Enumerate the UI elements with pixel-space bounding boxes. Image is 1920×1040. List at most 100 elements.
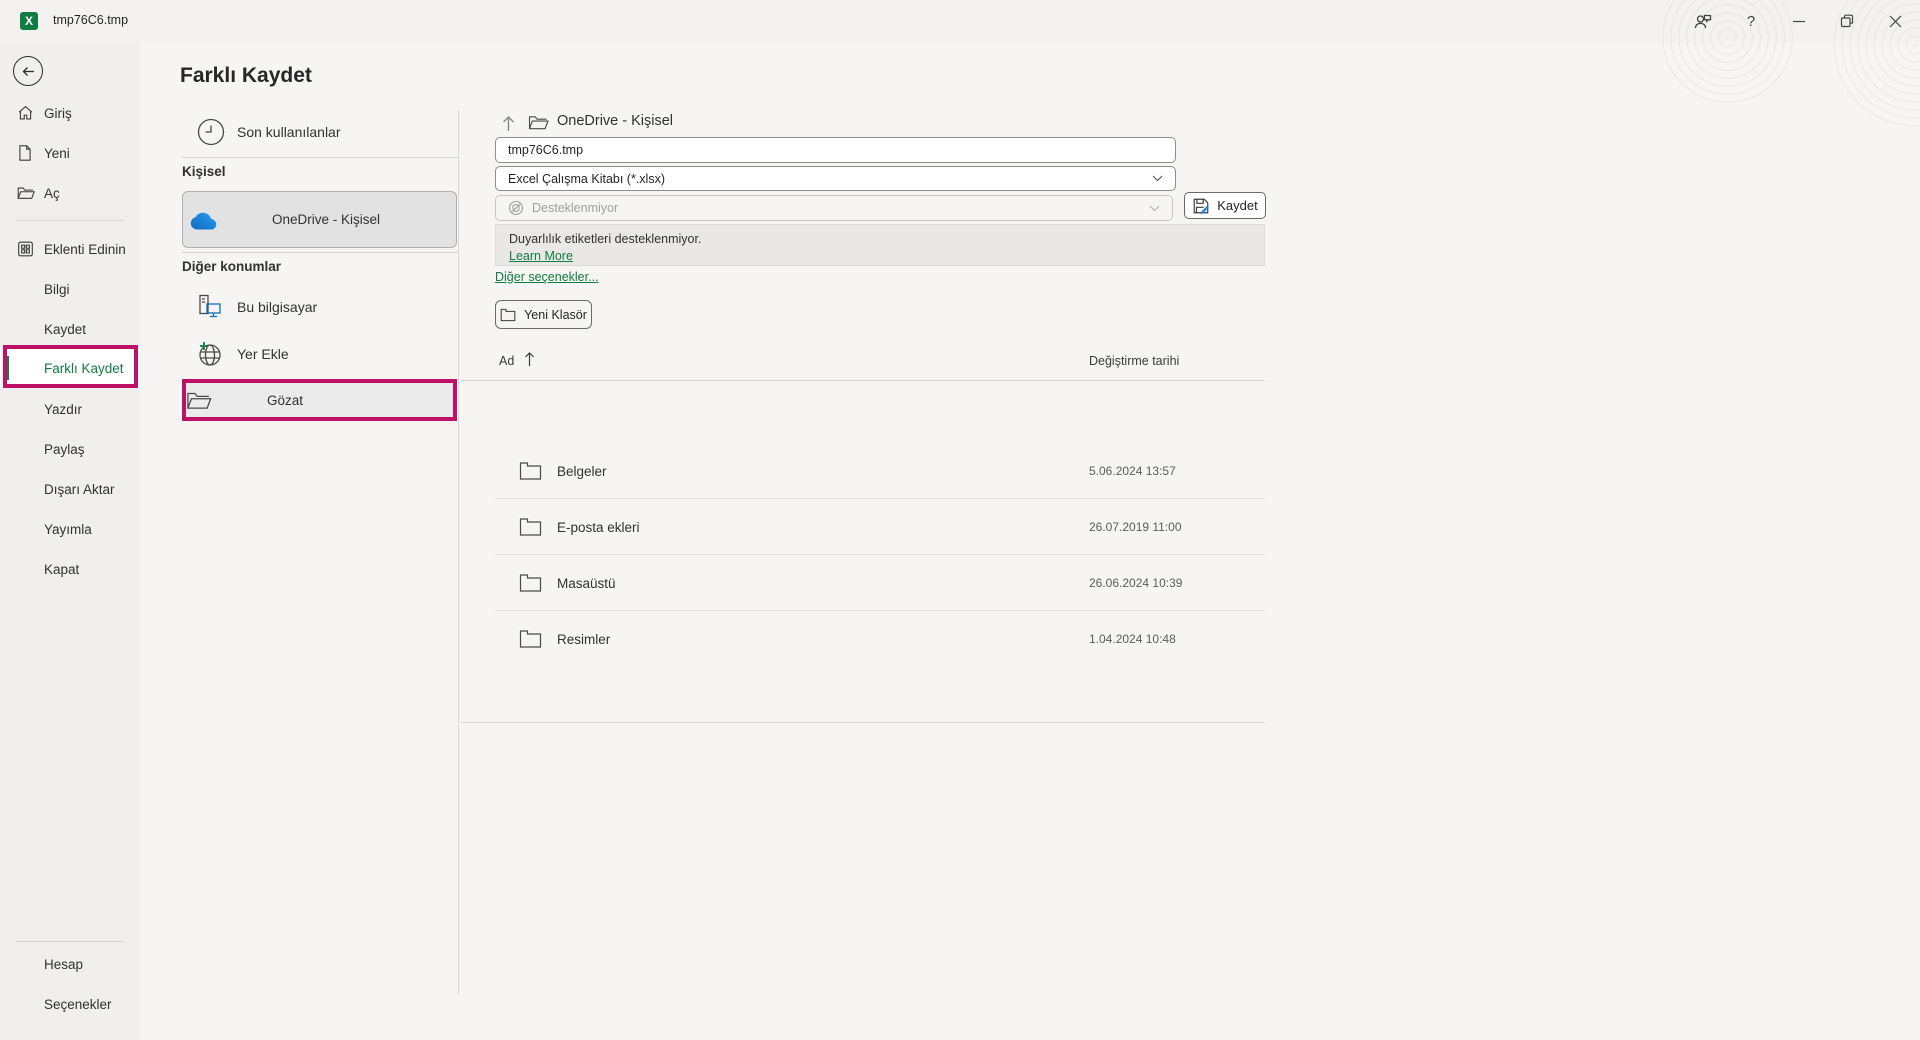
sidebar-item-label: Hesap	[44, 957, 83, 972]
location-browse-label: Gözat	[212, 393, 303, 408]
breadcrumb[interactable]: OneDrive - Kişisel	[557, 113, 673, 129]
file-modified-date: 26.07.2019 11:00	[1089, 520, 1182, 534]
location-onedrive[interactable]: OneDrive - Kişisel	[182, 191, 457, 248]
new-folder-label: Yeni Klasör	[524, 308, 587, 322]
sidebar-item-kaydet[interactable]: Kaydet	[0, 309, 140, 349]
location-add-place[interactable]: Yer Ekle	[182, 330, 458, 378]
divider	[461, 722, 1265, 723]
sidebar-item-yayimla[interactable]: Yayımla	[0, 509, 140, 549]
file-name: Belgeler	[557, 464, 607, 479]
sensitivity-value: Desteklenmiyor	[532, 201, 618, 215]
file-modified-date: 26.06.2024 10:39	[1089, 576, 1182, 590]
back-button[interactable]	[13, 56, 43, 86]
location-this-pc[interactable]: Bu bilgisayar	[182, 283, 458, 331]
onedrive-icon	[183, 209, 217, 231]
filetype-select[interactable]: Excel Çalışma Kitabı (*.xlsx)	[495, 166, 1176, 191]
file-modified-date: 1.04.2024 10:48	[1089, 632, 1176, 646]
divider	[461, 380, 1265, 381]
addins-icon	[17, 241, 34, 258]
sidebar-item-kapat[interactable]: Kapat	[0, 549, 140, 589]
filetype-value: Excel Çalışma Kitabı (*.xlsx)	[508, 172, 665, 186]
decorative-swirl	[1660, 0, 1795, 105]
file-name: Resimler	[557, 632, 610, 647]
sidebar-item-disari-aktar[interactable]: Dışarı Aktar	[0, 469, 140, 509]
back-arrow-icon	[21, 64, 36, 79]
chevron-down-icon	[1152, 175, 1163, 182]
sidebar-item-label: Farklı Kaydet	[44, 361, 124, 376]
up-arrow-icon	[501, 115, 516, 133]
feedback-button[interactable]	[1682, 4, 1724, 38]
close-button[interactable]	[1874, 4, 1916, 38]
page-title: Farklı Kaydet	[180, 64, 312, 88]
file-row-belgeler[interactable]: Belgeler 5.06.2024 13:57	[495, 443, 1265, 499]
sensitivity-select: Desteklenmiyor	[495, 195, 1173, 221]
restore-button[interactable]	[1826, 4, 1868, 38]
file-row-eposta-ekleri[interactable]: E-posta ekleri 26.07.2019 11:00	[495, 499, 1265, 555]
divider	[16, 220, 124, 221]
this-pc-icon	[196, 293, 224, 321]
sidebar-item-giris[interactable]: Giriş	[0, 93, 140, 133]
folder-icon	[519, 462, 542, 481]
section-label-other: Diğer konumlar	[182, 259, 281, 274]
minimize-button[interactable]	[1778, 4, 1820, 38]
file-name: E-posta ekleri	[557, 520, 640, 535]
sidebar-item-hesap[interactable]: Hesap	[0, 944, 140, 984]
filename-input[interactable]	[495, 137, 1176, 163]
panel-separator	[458, 110, 459, 995]
new-document-icon	[17, 145, 33, 162]
sensitivity-info-box: Duyarlılık etiketleri desteklenmiyor. Le…	[495, 224, 1265, 266]
sidebar-item-label: Bilgi	[44, 282, 70, 297]
divider	[16, 941, 124, 942]
globe-plus-icon	[196, 340, 224, 368]
sidebar-item-yeni[interactable]: Yeni	[0, 133, 140, 173]
sidebar-item-label: Seçenekler	[44, 997, 112, 1012]
close-icon	[1889, 15, 1902, 28]
chevron-down-icon	[1149, 205, 1160, 212]
new-folder-icon	[500, 308, 516, 322]
folder-icon	[519, 630, 542, 649]
sort-ascending-icon	[524, 351, 535, 367]
file-name: Masaüstü	[557, 576, 616, 591]
restore-icon	[1840, 14, 1854, 28]
folder-icon	[519, 518, 542, 537]
sidebar-item-secenekler[interactable]: Seçenekler	[0, 984, 140, 1024]
sidebar-item-eklenti-edinin[interactable]: Eklenti Edinin	[0, 229, 140, 269]
folder-icon	[519, 574, 542, 593]
title-bar: X tmp76C6.tmp ?	[0, 0, 1920, 42]
open-folder-icon	[17, 185, 35, 201]
sidebar-item-label: Kapat	[44, 562, 79, 577]
file-row-resimler[interactable]: Resimler 1.04.2024 10:48	[495, 611, 1265, 667]
more-options-link[interactable]: Diğer seçenekler...	[495, 270, 599, 284]
column-header-modified[interactable]: Değiştirme tarihi	[1089, 354, 1179, 368]
sidebar-item-label: Yeni	[44, 146, 70, 161]
clock-icon	[196, 117, 226, 147]
sidebar-item-label: Kaydet	[44, 322, 86, 337]
learn-more-link[interactable]: Learn More	[509, 249, 573, 263]
help-button[interactable]: ?	[1730, 4, 1772, 38]
file-modified-date: 5.06.2024 13:57	[1089, 464, 1176, 478]
new-folder-button[interactable]: Yeni Klasör	[495, 300, 592, 329]
up-directory-button[interactable]	[497, 112, 519, 136]
file-row-masaustu[interactable]: Masaüstü 26.06.2024 10:39	[495, 555, 1265, 611]
help-icon: ?	[1747, 13, 1755, 30]
sidebar-item-label: Yayımla	[44, 522, 92, 537]
sidebar-item-label: Eklenti Edinin	[44, 242, 126, 257]
feedback-icon	[1693, 11, 1713, 31]
sidebar-item-paylas[interactable]: Paylaş	[0, 429, 140, 469]
sidebar-item-label: Yazdır	[44, 402, 82, 417]
sidebar-item-label: Dışarı Aktar	[44, 482, 115, 497]
location-browse[interactable]: Gözat	[182, 379, 457, 421]
sidebar-item-yazdir[interactable]: Yazdır	[0, 389, 140, 429]
save-button[interactable]: Kaydet	[1184, 192, 1266, 219]
location-onedrive-label: OneDrive - Kişisel	[217, 212, 380, 227]
column-header-name[interactable]: Ad	[499, 354, 514, 368]
browse-folder-icon	[186, 390, 212, 411]
excel-app-icon: X	[20, 12, 38, 30]
sidebar-item-label: Paylaş	[44, 442, 85, 457]
sidebar-item-ac[interactable]: Aç	[0, 173, 140, 213]
sidebar-item-bilgi[interactable]: Bilgi	[0, 269, 140, 309]
recent-files-item[interactable]: Son kullanılanlar	[182, 108, 458, 156]
sidebar-item-farkli-kaydet[interactable]: Farklı Kaydet	[0, 348, 140, 388]
file-list: Belgeler 5.06.2024 13:57 E-posta ekleri …	[495, 443, 1265, 667]
minimize-icon	[1792, 14, 1806, 28]
